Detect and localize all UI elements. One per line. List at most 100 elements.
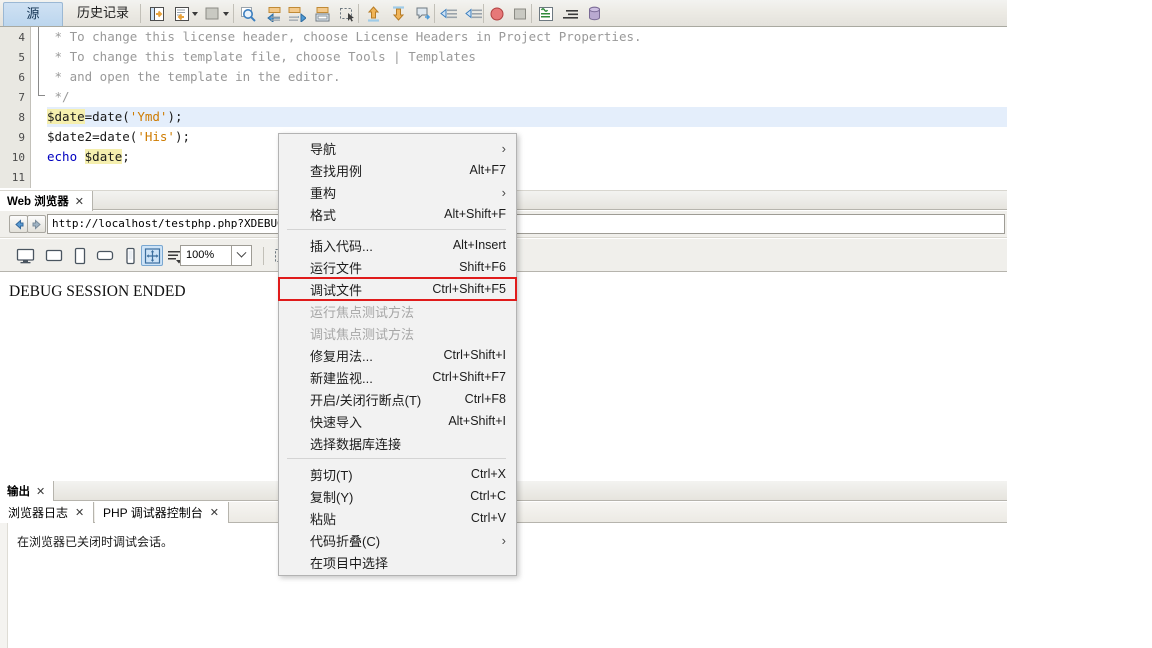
device-tablet-portrait-icon[interactable] xyxy=(70,245,90,266)
code-fold-column[interactable] xyxy=(32,27,46,188)
menu-item-shortcut: Alt+F7 xyxy=(469,163,506,177)
device-autosize-icon[interactable] xyxy=(141,245,163,266)
menu-item-refactor[interactable]: 重构 › xyxy=(279,181,516,203)
shift-left-dropdown-icon[interactable] xyxy=(220,3,231,24)
menu-item-format[interactable]: 格式 Alt+Shift+F xyxy=(279,203,516,225)
toggle-bookmark-icon[interactable] xyxy=(311,3,333,24)
menu-item-label: 格式 xyxy=(310,207,337,223)
menu-item-run-file[interactable]: 运行文件 Shift+F6 xyxy=(279,256,516,278)
menu-item-copy[interactable]: 复制(Y) Ctrl+C xyxy=(279,485,516,507)
next-error-icon[interactable] xyxy=(463,3,485,24)
tab-history[interactable]: 历史记录 xyxy=(66,2,140,26)
menu-item-paste[interactable]: 粘贴 Ctrl+V xyxy=(279,507,516,529)
tab-browser-log[interactable]: 浏览器日志 ✕ xyxy=(0,502,95,523)
tab-php-debugger-console[interactable]: PHP 调试器控制台 ✕ xyxy=(95,502,230,523)
device-tablet-landscape-icon[interactable] xyxy=(93,245,117,266)
zoom-dropdown-icon[interactable] xyxy=(232,245,252,266)
tab-output[interactable]: 输出 ✕ xyxy=(0,481,55,501)
comment-icon[interactable] xyxy=(412,3,434,24)
output-gutter xyxy=(0,523,8,648)
code-text[interactable]: * To change this license header, choose … xyxy=(47,27,1007,188)
close-icon[interactable]: ✕ xyxy=(75,506,84,519)
stop-icon[interactable] xyxy=(486,3,508,24)
code-token: ; xyxy=(122,149,130,164)
find-selection-icon[interactable] xyxy=(237,3,259,24)
menu-item-label: 复制(Y) xyxy=(310,489,354,505)
go-back-source-dropdown-icon[interactable] xyxy=(189,3,200,24)
database-icon[interactable] xyxy=(583,3,605,24)
menu-item-label: 快速导入 xyxy=(310,414,363,430)
code-line: $date2=date('His'); xyxy=(47,127,190,147)
close-icon[interactable]: ✕ xyxy=(36,485,45,498)
menu-item-label: 在项目中选择 xyxy=(310,555,389,571)
tab-web-browser-label: Web 浏览器 xyxy=(7,196,69,208)
previous-error-icon[interactable] xyxy=(438,3,460,24)
menu-item-label: 重构 xyxy=(310,185,337,201)
go-to-source-icon[interactable] xyxy=(146,3,168,24)
shift-right-icon[interactable] xyxy=(560,3,582,24)
menu-item-shortcut: Ctrl+C xyxy=(470,489,506,503)
menu-item-label: 查找用例 xyxy=(310,163,363,179)
device-phone-icon[interactable] xyxy=(122,245,138,266)
menu-item-navigate[interactable]: 导航 › xyxy=(279,137,516,159)
menu-item-run-focused-test: 运行焦点测试方法 xyxy=(279,300,516,322)
menu-item-code-folding[interactable]: 代码折叠(C) › xyxy=(279,529,516,551)
code-line: * To change this template file, choose T… xyxy=(47,47,476,67)
menu-item-shortcut: Ctrl+V xyxy=(470,511,506,525)
code-token: * and open the template in the editor. xyxy=(47,69,341,84)
tab-web-browser[interactable]: Web 浏览器 ✕ xyxy=(0,191,93,211)
zoom-level-input[interactable]: 100% xyxy=(180,245,232,266)
tab-browser-log-label: 浏览器日志 xyxy=(8,506,69,520)
code-token: $date xyxy=(47,109,85,124)
pause-icon[interactable] xyxy=(509,3,531,24)
line-number: 5 xyxy=(18,51,25,64)
code-token: $date2 xyxy=(47,129,93,144)
format-icon[interactable] xyxy=(535,3,557,24)
shift-line-down-icon[interactable] xyxy=(387,3,409,24)
ide-window: 源 历史记录 4 5 6 7 8 9 10 11 * To change thi… xyxy=(0,0,1152,648)
menu-item-cut[interactable]: 剪切(T) Ctrl+X xyxy=(279,463,516,485)
menu-item-label: 新建监视... xyxy=(310,370,373,386)
next-bookmark-icon[interactable] xyxy=(286,3,308,24)
menu-item-label: 调试焦点测试方法 xyxy=(310,326,415,342)
menu-item-select-in-projects[interactable]: 在项目中选择 xyxy=(279,551,516,573)
menu-item-label: 开启/关闭行断点(T) xyxy=(310,392,422,408)
menu-item-debug-file[interactable]: 调试文件 Ctrl+Shift+F5 xyxy=(278,277,517,301)
menu-item-insert-code[interactable]: 插入代码... Alt+Insert xyxy=(279,234,516,256)
menu-item-toggle-breakpoint[interactable]: 开启/关闭行断点(T) Ctrl+F8 xyxy=(279,388,516,410)
device-laptop-icon[interactable] xyxy=(42,245,66,266)
tab-output-label: 输出 xyxy=(7,486,30,498)
close-icon[interactable]: ✕ xyxy=(75,195,84,208)
line-number: 6 xyxy=(18,71,25,84)
line-number: 7 xyxy=(18,91,25,104)
shift-line-up-icon[interactable] xyxy=(362,3,384,24)
menu-item-select-db-connection[interactable]: 选择数据库连接 xyxy=(279,432,516,454)
code-token: =date( xyxy=(92,129,138,144)
menu-separator xyxy=(287,458,506,459)
previous-bookmark-icon[interactable] xyxy=(261,3,283,24)
menu-item-label: 调试文件 xyxy=(310,282,363,298)
device-desktop-icon[interactable] xyxy=(13,245,37,266)
menu-item-find-usages[interactable]: 查找用例 Alt+F7 xyxy=(279,159,516,181)
menu-item-shortcut: Alt+Insert xyxy=(452,238,506,252)
browser-back-button[interactable] xyxy=(9,215,28,233)
browser-forward-button[interactable] xyxy=(27,215,46,233)
menu-item-fix-imports[interactable]: 修复用法... Ctrl+Shift+I xyxy=(279,344,516,366)
menu-item-fast-import[interactable]: 快速导入 Alt+Shift+I xyxy=(279,410,516,432)
rectangular-selection-icon[interactable] xyxy=(336,3,358,24)
line-number: 8 xyxy=(18,111,25,124)
close-icon[interactable]: ✕ xyxy=(210,506,219,519)
line-number: 10 xyxy=(11,151,25,164)
menu-item-label: 剪切(T) xyxy=(310,467,353,483)
code-token: $date xyxy=(84,149,123,164)
code-line: * and open the template in the editor. xyxy=(47,67,341,87)
editor-context-menu[interactable]: 导航 › 查找用例 Alt+F7 重构 › 格式 Alt+Shift+F 插入代码... Alt+… xyxy=(278,133,517,576)
menu-item-new-watch[interactable]: 新建监视... Ctrl+Shift+F7 xyxy=(279,366,516,388)
menu-item-label: 选择数据库连接 xyxy=(310,436,402,452)
menu-item-shortcut: Ctrl+Shift+I xyxy=(443,348,506,362)
menu-item-shortcut: Ctrl+X xyxy=(470,467,506,481)
code-token: */ xyxy=(47,89,70,104)
code-line: * To change this license header, choose … xyxy=(47,27,642,47)
browser-url-input[interactable]: http://localhost/testphp.php?XDEBUG_SE xyxy=(47,214,1005,234)
tab-source[interactable]: 源 xyxy=(3,2,63,26)
